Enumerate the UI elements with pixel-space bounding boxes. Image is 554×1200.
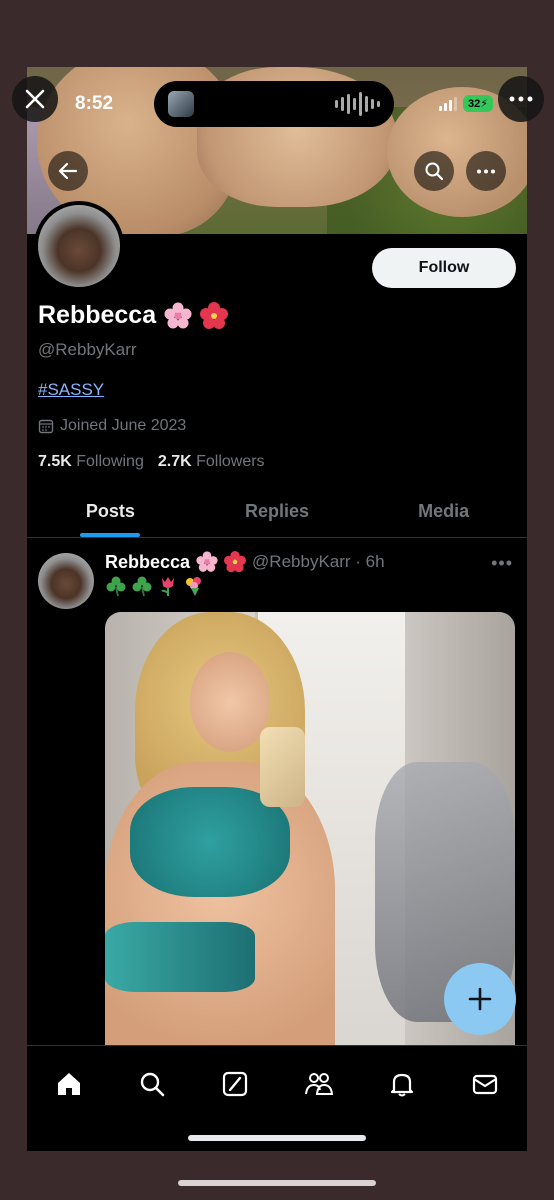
profile-tabs: Posts Replies Media [27, 492, 527, 538]
post-author-avatar[interactable] [38, 553, 94, 609]
display-name: Rebbecca [38, 301, 157, 329]
plus-icon [468, 987, 492, 1011]
envelope-icon [473, 1074, 498, 1095]
status-time: 8:52 [75, 93, 114, 114]
shamrock-emoji [106, 576, 126, 597]
nav-messages[interactable] [465, 1064, 505, 1104]
tab-media[interactable]: Media [360, 492, 527, 537]
cherry-blossom-emoji [196, 551, 218, 572]
profile-more-button[interactable] [466, 151, 506, 191]
search-icon [140, 1072, 165, 1097]
tab-posts[interactable]: Posts [27, 492, 194, 537]
hibiscus-emoji [200, 301, 229, 329]
post-more-button[interactable]: ••• [491, 553, 513, 574]
audio-waveform-icon [335, 92, 380, 116]
nav-grok[interactable] [215, 1064, 255, 1104]
hibiscus-emoji [224, 551, 247, 573]
shamrock-emoji [132, 576, 152, 597]
joined-text: Joined June 2023 [60, 417, 187, 434]
communities-icon [304, 1073, 333, 1095]
viewer-home-indicator[interactable] [178, 1180, 376, 1186]
blossom-bouquet-emoji [186, 577, 201, 596]
dynamic-island[interactable] [154, 81, 394, 127]
nav-notifications[interactable] [382, 1064, 422, 1104]
post-handle-time: @RebbyKarr · 6h [252, 552, 385, 571]
profile-handle: @RebbyKarr [38, 340, 137, 359]
cherry-blossom-emoji [164, 302, 192, 328]
back-button[interactable] [48, 151, 88, 191]
bottom-nav-bar [27, 1045, 527, 1151]
now-playing-thumbnail [168, 91, 194, 117]
compose-post-button[interactable] [444, 963, 516, 1035]
nav-search[interactable] [132, 1064, 172, 1104]
phone-screen: 8:52 32⚡ Follow Rebbecca @RebbyKarr #SAS… [27, 67, 527, 1151]
more-horizontal-icon [509, 96, 533, 102]
nav-home[interactable] [49, 1064, 89, 1104]
viewer-close-button[interactable] [12, 76, 58, 122]
follow-button[interactable]: Follow [372, 248, 516, 288]
status-indicators: 32⚡ [439, 95, 493, 112]
calendar-icon [38, 419, 54, 434]
search-icon [425, 162, 444, 181]
battery-indicator: 32⚡ [463, 95, 493, 112]
close-icon [25, 89, 45, 109]
grok-icon [223, 1071, 248, 1097]
bio-hashtag-link[interactable]: #SASSY [38, 380, 104, 400]
viewer-more-button[interactable] [498, 76, 544, 122]
following-stat[interactable]: 7.5K Following [38, 453, 144, 471]
home-indicator[interactable] [188, 1135, 366, 1141]
home-icon [57, 1073, 80, 1095]
followers-stat[interactable]: 2.7K Followers [158, 453, 265, 471]
post-text [105, 575, 205, 597]
joined-date: Joined June 2023 [38, 417, 186, 435]
tulip-emoji [161, 577, 174, 596]
follow-stats: 7.5K Following 2.7K Followers [38, 453, 265, 471]
arrow-left-icon [58, 162, 78, 180]
bell-icon [390, 1073, 414, 1097]
more-horizontal-icon [477, 169, 495, 173]
nav-communities[interactable] [299, 1064, 339, 1104]
profile-search-button[interactable] [414, 151, 454, 191]
tab-replies[interactable]: Replies [194, 492, 361, 537]
post-author-name[interactable]: Rebbecca [105, 552, 190, 573]
display-name-row: Rebbecca [38, 301, 229, 330]
post-header: Rebbecca @RebbyKarr · 6h [105, 551, 385, 573]
cellular-signal-icon [439, 96, 458, 111]
profile-avatar[interactable] [34, 201, 124, 291]
